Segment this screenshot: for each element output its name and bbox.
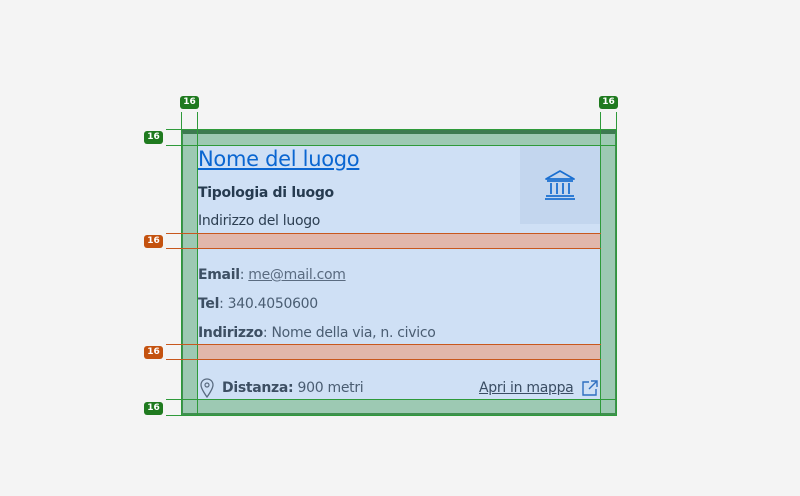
distance-label: Distanza: bbox=[222, 380, 294, 396]
guide-right-outer bbox=[616, 112, 617, 416]
tel-label: Tel bbox=[198, 296, 220, 312]
padding-top bbox=[198, 130, 601, 145]
spacing-section-2 bbox=[198, 344, 601, 360]
museum-icon-box bbox=[520, 146, 600, 224]
tel-row: Tel: 340.4050600 bbox=[198, 296, 318, 312]
place-address: Indirizzo del luogo bbox=[198, 213, 321, 229]
spacing-section-1 bbox=[198, 233, 601, 249]
place-type: Tipologia di luogo bbox=[198, 185, 334, 201]
map-pin-icon bbox=[200, 378, 214, 398]
email-link[interactable]: me@mail.com bbox=[248, 267, 346, 283]
guide-mid-2a bbox=[166, 344, 601, 345]
spacing-badge-top-right: 16 bbox=[599, 96, 618, 109]
place-title-link[interactable]: Nome del luogo bbox=[198, 147, 360, 171]
padding-bottom bbox=[198, 400, 601, 415]
spacing-badge-left-bottom: 16 bbox=[144, 402, 163, 415]
tel-value: 340.4050600 bbox=[227, 296, 319, 312]
open-map-label: Apri in mappa bbox=[479, 380, 574, 396]
distance-info: Distanza: 900 metri bbox=[200, 378, 364, 398]
guide-right-inner bbox=[600, 112, 601, 416]
padding-left bbox=[182, 129, 198, 415]
guide-mid-1a bbox=[166, 233, 601, 234]
external-link-icon bbox=[582, 380, 599, 396]
guide-top-1 bbox=[166, 129, 617, 130]
guide-bottom-1 bbox=[166, 399, 617, 400]
distance-value: 900 metri bbox=[297, 380, 364, 396]
guide-mid-2b bbox=[166, 359, 601, 360]
guide-left-outer bbox=[181, 112, 182, 416]
spacing-badge-left-top: 16 bbox=[144, 131, 163, 144]
email-label: Email bbox=[198, 267, 240, 283]
spacing-badge-left-mid-1: 16 bbox=[144, 235, 163, 248]
open-map-link[interactable]: Apri in mappa bbox=[479, 379, 599, 397]
address-label: Indirizzo bbox=[198, 325, 263, 341]
guide-mid-1b bbox=[166, 248, 601, 249]
spacing-badge-top-left: 16 bbox=[180, 96, 199, 109]
address-row: Indirizzo: Nome della via, n. civico bbox=[198, 325, 436, 341]
guide-bottom-2 bbox=[166, 415, 617, 416]
address-value: Nome della via, n. civico bbox=[271, 325, 436, 341]
email-row: Email: me@mail.com bbox=[198, 267, 346, 283]
spacing-badge-left-mid-2: 16 bbox=[144, 346, 163, 359]
padding-right bbox=[601, 129, 617, 415]
spec-canvas: 16 16 16 16 16 16 Nome del luogo Tipolog… bbox=[0, 0, 800, 496]
museum-icon bbox=[545, 170, 575, 200]
